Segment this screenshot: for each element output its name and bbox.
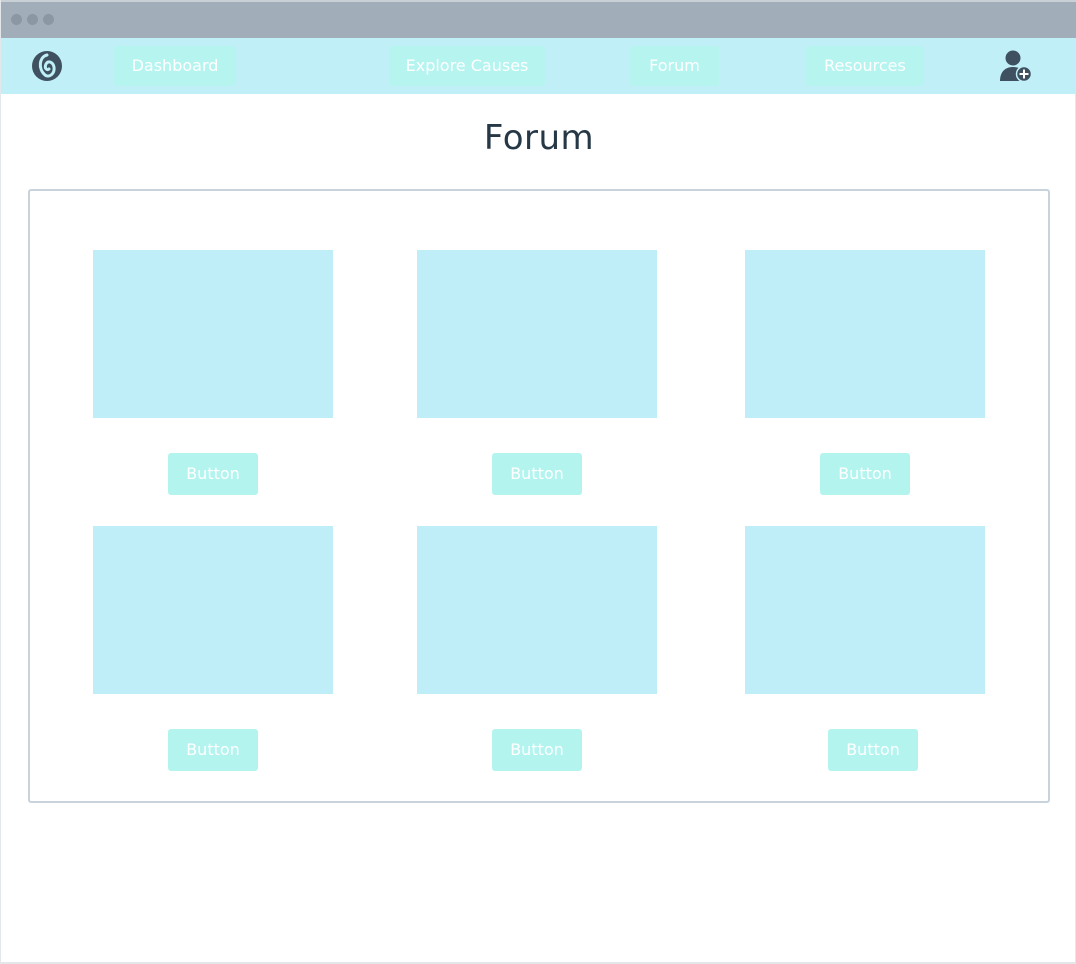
forum-card-image[interactable]	[93, 526, 333, 694]
forum-card-image[interactable]	[417, 250, 657, 418]
card-button[interactable]: Button	[168, 729, 258, 771]
nav-resources[interactable]: Resources	[806, 46, 924, 86]
forum-card-image[interactable]	[93, 250, 333, 418]
window-maximize-dot[interactable]	[43, 14, 54, 25]
nav-explore-causes[interactable]: Explore Causes	[389, 46, 545, 86]
page-title: Forum	[483, 118, 595, 158]
browser-window: Dashboard Explore Causes Forum Resources…	[0, 0, 1076, 964]
forum-card-image[interactable]	[417, 526, 657, 694]
window-minimize-dot[interactable]	[27, 14, 38, 25]
add-user-icon[interactable]	[997, 49, 1035, 83]
card-button[interactable]: Button	[828, 729, 918, 771]
nav-dashboard[interactable]: Dashboard	[114, 46, 236, 86]
window-close-dot[interactable]	[11, 14, 22, 25]
card-button[interactable]: Button	[820, 453, 910, 495]
card-button[interactable]: Button	[492, 453, 582, 495]
forum-panel: Button Button Button Button Button Butto…	[28, 189, 1050, 803]
nav-forum[interactable]: Forum	[630, 46, 719, 86]
card-button[interactable]: Button	[492, 729, 582, 771]
forum-card-image[interactable]	[745, 250, 985, 418]
logo-swirl-icon[interactable]	[30, 49, 64, 83]
forum-card-image[interactable]	[745, 526, 985, 694]
top-navbar: Dashboard Explore Causes Forum Resources	[1, 38, 1076, 94]
card-button[interactable]: Button	[168, 453, 258, 495]
window-titlebar	[1, 0, 1076, 38]
